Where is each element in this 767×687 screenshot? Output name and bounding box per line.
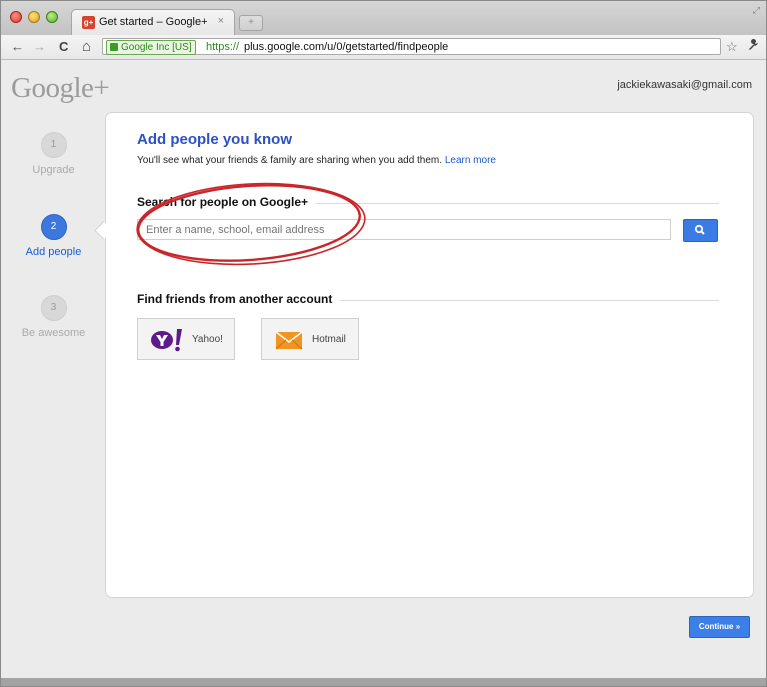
wrench-menu-icon[interactable] <box>747 39 759 54</box>
url-scheme: https:// <box>206 41 240 53</box>
reload-button[interactable]: C <box>59 39 68 55</box>
step-number: 2 <box>40 214 67 240</box>
lock-icon <box>110 43 118 51</box>
step-number: 3 <box>40 295 67 321</box>
card-title: Add people you know <box>137 131 293 148</box>
zoom-window-button[interactable] <box>46 11 58 23</box>
back-button[interactable]: ← <box>11 39 24 55</box>
forward-button[interactable]: → <box>33 39 46 55</box>
card-subtitle: You'll see what your friends & family ar… <box>137 155 496 166</box>
bookmark-star-icon[interactable]: ☆ <box>726 39 738 55</box>
google-plus-logo[interactable]: Google+ <box>11 72 110 105</box>
ev-certificate-label: Google Inc [US] <box>121 42 192 53</box>
step-number: 1 <box>40 132 67 158</box>
url-text: plus.google.com/u/0/getstarted/findpeopl… <box>244 41 449 53</box>
step-add-people[interactable]: 2 Add people <box>1 214 106 258</box>
ev-certificate-badge[interactable]: Google Inc [US] <box>106 40 196 55</box>
tab-close-icon[interactable]: × <box>218 15 224 27</box>
browser-window: g+ Get started – Google+ × + ⤢ ← → C ⌂ G… <box>0 0 767 687</box>
continue-button[interactable]: Continue » <box>689 616 750 638</box>
find-friends-heading: Find friends from another account <box>137 292 341 306</box>
hotmail-envelope-icon <box>275 331 303 350</box>
close-window-button[interactable] <box>10 11 22 23</box>
title-bar: g+ Get started – Google+ × + ⤢ <box>1 1 766 36</box>
hotmail-button[interactable]: Hotmail <box>261 318 359 360</box>
home-button[interactable]: ⌂ <box>82 39 91 55</box>
search-button[interactable] <box>683 219 718 242</box>
step-label: Be awesome <box>21 327 86 339</box>
search-icon <box>694 224 705 235</box>
browser-toolbar: ← → C ⌂ Google Inc [US] https:// plus.go… <box>1 35 766 60</box>
hotmail-label: Hotmail <box>312 334 346 345</box>
step-label: Add people <box>25 246 82 258</box>
google-plus-favicon-icon: g+ <box>82 16 95 29</box>
annotation-circle <box>136 182 366 266</box>
step-be-awesome[interactable]: 3 Be awesome <box>1 295 106 339</box>
address-bar[interactable]: Google Inc [US] https:// plus.google.com… <box>102 38 721 55</box>
yahoo-logo-icon <box>151 329 182 352</box>
page-content: Google+ jackiekawasaki@gmail.com 1 Upgra… <box>1 60 766 678</box>
minimize-window-button[interactable] <box>28 11 40 23</box>
learn-more-link[interactable]: Learn more <box>445 155 496 166</box>
new-tab-button[interactable]: + <box>239 15 263 31</box>
add-people-card: Add people you know You'll see what your… <box>105 112 754 598</box>
subtitle-text: You'll see what your friends & family ar… <box>137 155 443 166</box>
step-upgrade[interactable]: 1 Upgrade <box>1 132 106 176</box>
tab-title: Get started – Google+ <box>99 16 208 28</box>
yahoo-label: Yahoo! <box>192 334 223 345</box>
browser-tab[interactable]: g+ Get started – Google+ × <box>71 9 235 35</box>
step-label: Upgrade <box>32 164 75 176</box>
fullscreen-icon[interactable]: ⤢ <box>753 5 760 16</box>
status-bar <box>1 678 766 686</box>
user-email[interactable]: jackiekawasaki@gmail.com <box>617 79 752 91</box>
yahoo-button[interactable]: Yahoo! <box>137 318 235 360</box>
